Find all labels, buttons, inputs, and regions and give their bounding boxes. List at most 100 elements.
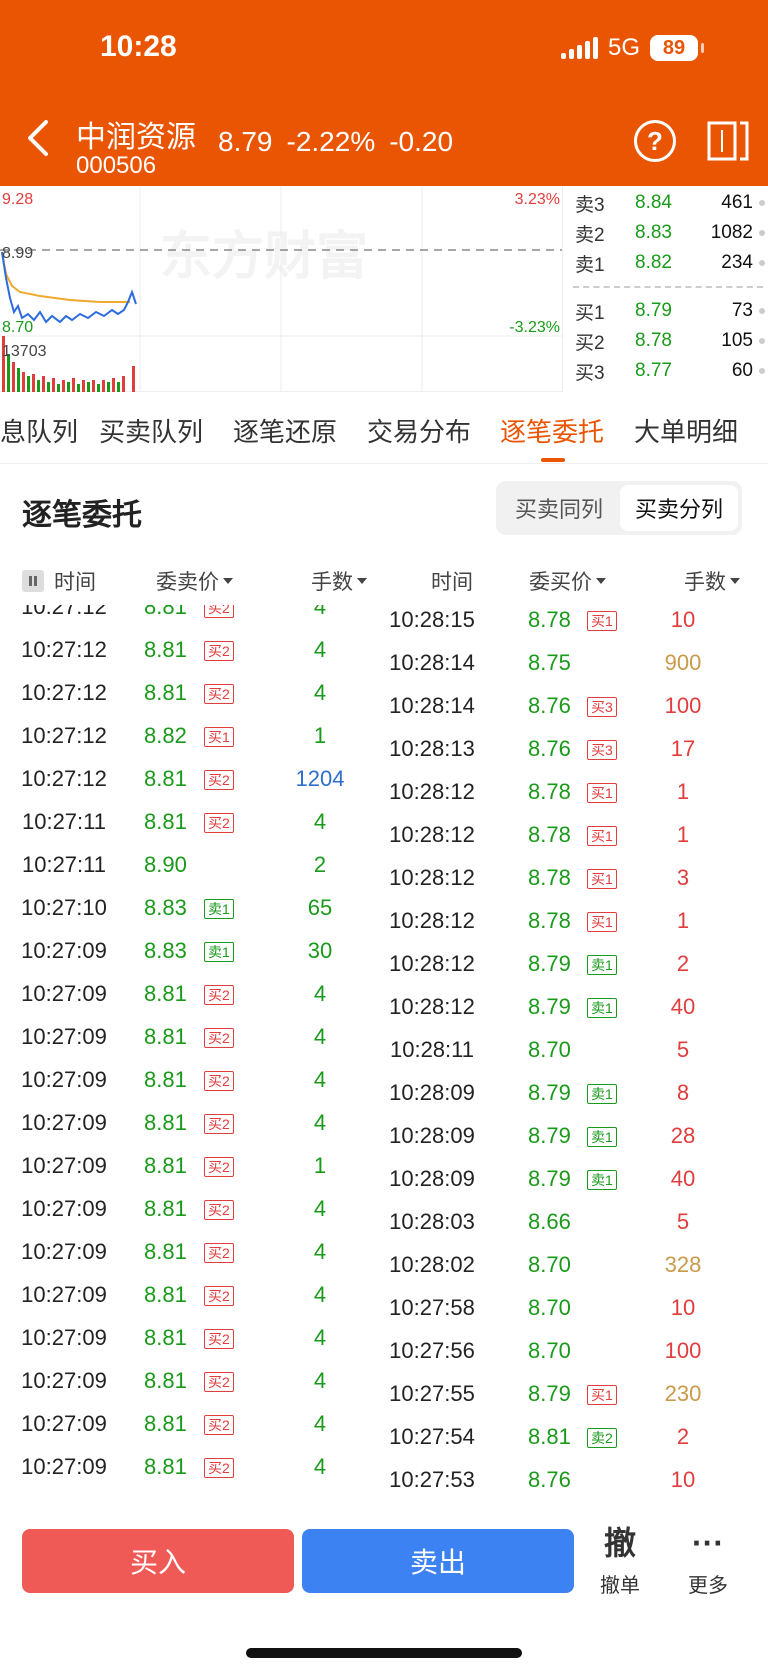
table-row[interactable]: 10:27:58 8.70 10 [384, 1291, 768, 1334]
table-row[interactable]: 10:27:09 8.81 买2 4 [0, 1278, 384, 1321]
table-row[interactable]: 10:27:09 8.81 买2 4 [0, 1020, 384, 1063]
cancel-label: 撤单 [600, 1575, 640, 1597]
stock-code: 000506 [76, 152, 157, 179]
order-level-badge: 买1 [587, 826, 617, 846]
right-qty-header[interactable]: 手数 [684, 566, 740, 596]
order-level-badge: 买2 [204, 1028, 234, 1048]
table-row[interactable]: 10:27:11 8.90 2 [0, 848, 384, 891]
order-price: 8.79 [528, 951, 571, 976]
back-arrow-icon[interactable] [24, 118, 50, 158]
left-time-header[interactable]: 时间 [22, 566, 96, 596]
table-row[interactable]: 10:27:12 8.81 买2 4 [0, 633, 384, 676]
table-row[interactable]: 10:27:09 8.81 买2 4 [0, 1235, 384, 1278]
order-quantity: 100 [664, 1338, 702, 1363]
order-price: 8.79 [528, 1166, 571, 1191]
table-row[interactable]: 10:28:13 8.76 买3 17 [384, 732, 768, 775]
buy-order-list[interactable]: 10:28:168.70610:28:158.78买11010:28:148.7… [384, 605, 768, 1515]
volume-bar [32, 374, 35, 392]
left-price-header[interactable]: 委卖价 [156, 566, 233, 596]
cancel-order-button[interactable]: 撤 撤单 [580, 1523, 660, 1598]
table-row[interactable]: 10:27:09 8.81 买2 4 [0, 1450, 384, 1493]
table-row[interactable]: 10:28:14 8.75 900 [384, 646, 768, 689]
table-row[interactable]: 10:27:12 8.82 买1 1 [0, 719, 384, 762]
table-row[interactable]: 10:28:03 8.66 5 [384, 1205, 768, 1248]
table-row[interactable]: 10:27:12 8.81 买2 4 [0, 605, 384, 633]
order-time: 10:27:09 [21, 1411, 107, 1436]
order-time: 10:28:09 [389, 1166, 475, 1191]
tab-tick-orders[interactable]: 逐笔委托 [500, 412, 604, 449]
table-row[interactable]: 10:27:10 8.83 卖1 65 [0, 891, 384, 934]
sell-order-list[interactable]: 10:27:12 8.81 买2 4 10:27:12 8.81 买2 4 10:27:12 8.… [0, 605, 384, 1515]
order-price: 8.78 [528, 822, 571, 847]
order-time: 10:28:02 [389, 1252, 475, 1277]
tab-big-orders[interactable]: 大单明细 [634, 412, 738, 449]
order-price: 8.81 [144, 1153, 187, 1178]
table-row[interactable]: 10:28:09 8.79 卖1 40 [384, 1162, 768, 1205]
order-time: 10:27:09 [21, 1024, 107, 1049]
tab-message-queue[interactable]: 息队列 [0, 412, 78, 449]
order-quantity: 900 [664, 650, 702, 675]
order-level-badge: 卖1 [587, 1170, 617, 1190]
table-row[interactable]: 10:28:14 8.76 买3 100 [384, 689, 768, 732]
stock-change: -0.20 [389, 126, 454, 157]
dot-icon [759, 230, 765, 236]
table-row[interactable]: 10:28:12 8.79 卖1 2 [384, 947, 768, 990]
order-price: 8.66 [528, 1209, 571, 1234]
tab-tick-restore[interactable]: 逐笔还原 [233, 412, 337, 449]
table-row[interactable]: 10:27:09 8.81 买2 4 [0, 1321, 384, 1364]
right-price-header[interactable]: 委买价 [529, 566, 606, 596]
tab-trade-distribution[interactable]: 交易分布 [367, 412, 471, 449]
table-row[interactable]: 10:27:09 8.83 卖1 30 [0, 934, 384, 977]
table-row[interactable]: 10:27:09 8.81 买2 4 [0, 1364, 384, 1407]
caret-down-icon [730, 578, 740, 584]
order-time: 10:28:09 [389, 1080, 475, 1105]
table-row[interactable]: 10:27:12 8.81 买2 4 [0, 676, 384, 719]
table-row[interactable]: 10:28:12 8.78 买1 3 [384, 861, 768, 904]
table-row[interactable]: 10:27:09 8.81 买2 4 [0, 1063, 384, 1106]
table-row[interactable]: 10:27:55 8.79 买1 230 [384, 1377, 768, 1420]
table-row[interactable]: 10:27:09 8.81 买2 4 [0, 977, 384, 1020]
status-indicators: 5G 89 [560, 34, 704, 62]
table-row[interactable]: 10:27:09 8.81 买2 4 [0, 1192, 384, 1235]
buy-button[interactable]: 买入 [22, 1529, 294, 1593]
table-row[interactable]: 10:28:09 8.79 卖1 8 [384, 1076, 768, 1119]
switch-layout-icon[interactable] [706, 120, 750, 162]
tab-order-queue[interactable]: 买卖队列 [99, 412, 203, 449]
volume-bar [87, 382, 90, 392]
ask-row: 卖1 8.82 234 [575, 248, 765, 278]
table-row[interactable]: 10:28:12 8.79 卖1 40 [384, 990, 768, 1033]
table-row[interactable]: 10:27:54 8.81 卖2 2 [384, 1420, 768, 1463]
order-quantity: 5 [676, 1037, 690, 1062]
table-row[interactable]: 10:27:09 8.81 买2 4 [0, 1407, 384, 1450]
order-price: 8.81 [144, 1411, 187, 1436]
table-row[interactable]: 10:28:15 8.78 买1 10 [384, 605, 768, 646]
sell-button[interactable]: 卖出 [302, 1529, 574, 1593]
toggle-same-column[interactable]: 买卖同列 [500, 485, 618, 531]
table-row[interactable]: 10:28:12 8.78 买1 1 [384, 775, 768, 818]
table-row[interactable]: 10:27:11 8.81 买2 4 [0, 805, 384, 848]
order-quantity: 8 [676, 1080, 690, 1105]
table-row[interactable]: 10:27:09 8.81 买2 4 [0, 1106, 384, 1149]
table-row[interactable]: 10:27:53 8.76 10 [384, 1463, 768, 1506]
help-icon[interactable]: ? [634, 120, 676, 162]
intraday-chart[interactable]: 东方财富 9.28 8.99 8.70 3.23% -3.23% 13703 [0, 186, 562, 392]
ask-price: 8.82 [635, 252, 672, 273]
order-level-badge: 买1 [587, 1385, 617, 1405]
watermark: 东方财富 [160, 227, 368, 287]
order-time: 10:28:12 [389, 822, 475, 847]
toggle-split-column[interactable]: 买卖分列 [620, 485, 738, 531]
table-row[interactable]: 10:27:12 8.81 买2 1204 [0, 762, 384, 805]
table-row[interactable]: 10:28:12 8.78 买1 1 [384, 818, 768, 861]
pause-icon[interactable] [22, 570, 44, 592]
bid-price: 8.78 [635, 330, 672, 351]
left-qty-header[interactable]: 手数 [311, 566, 367, 596]
table-row[interactable]: 10:28:12 8.78 买1 1 [384, 904, 768, 947]
more-button[interactable]: ··· 更多 [668, 1523, 748, 1598]
table-row[interactable]: 10:27:56 8.70 100 [384, 1334, 768, 1377]
table-row[interactable]: 10:27:09 8.81 买2 1 [0, 1149, 384, 1192]
table-row[interactable]: 10:28:09 8.79 卖1 28 [384, 1119, 768, 1162]
volume-bar [97, 384, 100, 392]
table-row[interactable]: 10:28:02 8.70 328 [384, 1248, 768, 1291]
dot-icon [759, 338, 765, 344]
table-row[interactable]: 10:28:11 8.70 5 [384, 1033, 768, 1076]
